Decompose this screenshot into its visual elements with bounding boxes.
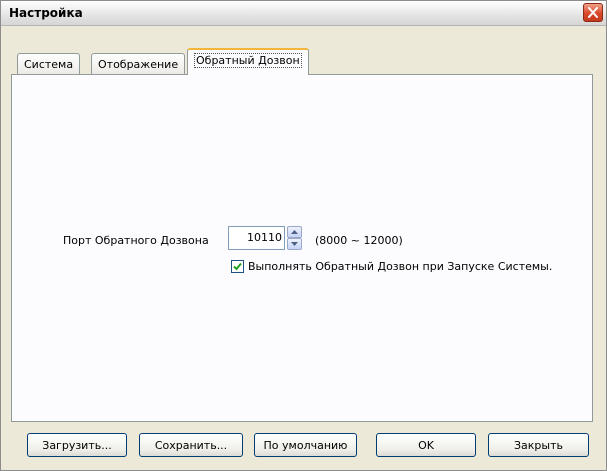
close-button[interactable]: Закрыть <box>488 433 589 457</box>
tab-callback[interactable]: Обратный Дозвон <box>187 48 309 75</box>
save-button[interactable]: Сохранить... <box>139 433 243 457</box>
autostart-label[interactable]: Выполнять Обратный Дозвон при Запуске Си… <box>248 260 552 273</box>
port-range-hint: (8000 ~ 12000) <box>315 234 403 247</box>
autostart-checkbox[interactable] <box>231 260 244 273</box>
spin-up-icon <box>291 230 298 234</box>
spin-up-button[interactable] <box>287 226 302 238</box>
port-spinner <box>287 226 302 250</box>
close-window-button[interactable] <box>583 3 603 22</box>
spin-down-button[interactable] <box>287 238 302 250</box>
checkmark-icon <box>233 262 242 271</box>
close-icon <box>588 7 598 18</box>
default-button[interactable]: По умолчанию <box>254 433 357 457</box>
settings-dialog: Настройка Система Отображение Обратный Д… <box>0 0 607 471</box>
tab-system[interactable]: Система <box>17 53 81 74</box>
port-input[interactable]: 10110 <box>228 226 285 250</box>
port-label: Порт Обратного Дозвона <box>63 234 209 247</box>
tab-label: Обратный Дозвон <box>194 53 302 68</box>
spin-down-icon <box>291 242 298 246</box>
window-title: Настройка <box>9 6 83 20</box>
title-bar[interactable]: Настройка <box>1 1 606 26</box>
tab-label: Система <box>24 58 74 71</box>
tab-label: Отображение <box>98 58 179 71</box>
tab-panel-callback <box>11 74 593 422</box>
tab-display[interactable]: Отображение <box>91 53 186 74</box>
ok-button[interactable]: OK <box>376 433 476 457</box>
load-button[interactable]: Загрузить... <box>27 433 127 457</box>
